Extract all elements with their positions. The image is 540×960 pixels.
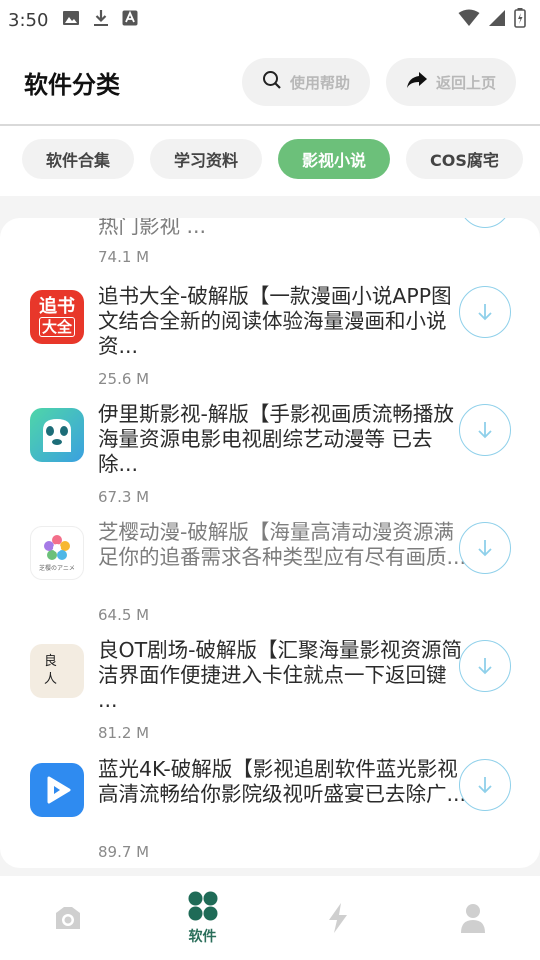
bottom-navigation: 软件	[0, 876, 540, 960]
liangren-app-icon: 良 人	[30, 644, 84, 698]
download-arrow-icon	[478, 540, 492, 557]
nav-lightning[interactable]	[270, 876, 405, 960]
nav-software-label: 软件	[188, 929, 217, 945]
download-notification-icon	[92, 9, 110, 31]
app-notification-icon	[122, 10, 138, 30]
download-button[interactable]	[459, 522, 511, 574]
page-header: 软件分类 使用帮助 返回上页	[0, 40, 540, 126]
download-arrow-icon	[478, 422, 492, 439]
back-button-label: 返回上页	[435, 73, 496, 92]
tab-software-collection[interactable]: 软件合集	[22, 139, 135, 179]
icon-text-bottom: 人	[44, 672, 58, 687]
category-tabs: 软件合集 学习资料 影视小说 COS腐宅	[0, 128, 540, 190]
list-item[interactable]: 良 人 良OT剧场-破解版【汇聚海量影视资源简洁界面作便捷进入卡住就点一下返回键…	[0, 638, 540, 762]
icon-text-bottom: 大全	[38, 317, 75, 337]
list-item[interactable]: 芝樱のアニメ 芝樱动漫-破解版【海量高清动漫资源满足你的追番需求各种类型应有尽有…	[0, 520, 540, 644]
search-icon	[262, 70, 290, 94]
app-title: 热门影视 ...	[98, 218, 207, 238]
app-size: 81.2 M	[98, 724, 150, 742]
download-arrow-icon	[478, 777, 492, 794]
icon-text-top: 追书	[39, 296, 75, 317]
help-button[interactable]: 使用帮助	[241, 58, 370, 106]
app-title: 良OT剧场-破解版【汇聚海量影视资源简洁界面作便捷进入卡住就点一下返回键 ...	[98, 638, 463, 712]
page-title: 软件分类	[24, 70, 120, 99]
play-app-icon	[30, 763, 84, 817]
app-title: 芝樱动漫-破解版【海量高清动漫资源满足你的追番需求各种类型应有尽有画质...	[98, 520, 467, 569]
tab-video-novel[interactable]: 影视小说	[278, 139, 391, 179]
lightning-icon	[328, 903, 347, 933]
list-item[interactable]: 蓝光4K-破解版【影视追剧软件蓝光影视高清流畅给你影院级视听盛宴已去除广... …	[0, 757, 540, 868]
app-size: 89.7 M	[98, 843, 150, 861]
flower-app-icon: 芝樱のアニメ	[30, 526, 84, 580]
download-button[interactable]	[459, 759, 511, 811]
back-button[interactable]: 返回上页	[385, 58, 516, 106]
panda-app-icon	[30, 408, 84, 462]
help-button-label: 使用帮助	[289, 73, 350, 92]
app-size: 74.1 M	[98, 248, 150, 266]
list-item[interactable]: 伊里斯影视-解版【手影视画质流畅播放海量资源电影电视剧综艺动漫等 已去除... …	[0, 402, 540, 526]
download-button[interactable]	[459, 404, 511, 456]
list-item[interactable]: 追书 大全 追书大全-破解版【一款漫画小说APP图文结合全新的阅读体验海量漫画和…	[0, 284, 540, 408]
camera-icon	[55, 907, 80, 929]
tab-cos[interactable]: COS腐宅	[406, 139, 523, 179]
list-item[interactable]: 热门影视 ... 74.1 M	[0, 218, 540, 266]
tab-study-materials[interactable]: 学习资料	[150, 139, 263, 179]
app-size: 64.5 M	[98, 606, 150, 624]
app-size: 67.3 M	[98, 488, 150, 506]
download-arrow-icon	[478, 658, 492, 675]
status-bar: 3:50	[0, 0, 540, 40]
nav-software[interactable]: 软件	[135, 876, 270, 960]
signal-icon	[488, 9, 506, 31]
wifi-icon	[458, 9, 480, 31]
share-arrow-icon	[406, 70, 436, 94]
download-arrow-icon	[478, 304, 492, 321]
app-size: 25.6 M	[98, 370, 150, 388]
download-button[interactable]	[459, 640, 511, 692]
image-notification-icon	[62, 9, 80, 31]
apps-grid-icon	[188, 891, 217, 921]
app-title: 伊里斯影视-解版【手影视画质流畅播放海量资源电影电视剧综艺动漫等 已去除...	[98, 402, 454, 476]
app-title: 蓝光4K-破解版【影视追剧软件蓝光影视高清流畅给你影院级视听盛宴已去除广...	[98, 757, 467, 806]
icon-text-top: 良	[44, 654, 58, 669]
nav-camera[interactable]	[0, 876, 135, 960]
download-button[interactable]	[459, 286, 511, 338]
battery-icon	[514, 8, 526, 32]
nav-profile[interactable]	[405, 876, 540, 960]
person-icon	[460, 904, 485, 933]
status-time: 3:50	[8, 9, 49, 31]
icon-caption: 芝樱のアニメ	[39, 565, 75, 572]
app-title: 追书大全-破解版【一款漫画小说APP图文结合全新的阅读体验海量漫画和小说资...	[98, 284, 452, 358]
zhuishu-app-icon: 追书 大全	[30, 290, 84, 344]
app-list: 热门影视 ... 74.1 M 追书 大全 追书大全-破解版【一款漫画小说APP…	[0, 218, 540, 868]
